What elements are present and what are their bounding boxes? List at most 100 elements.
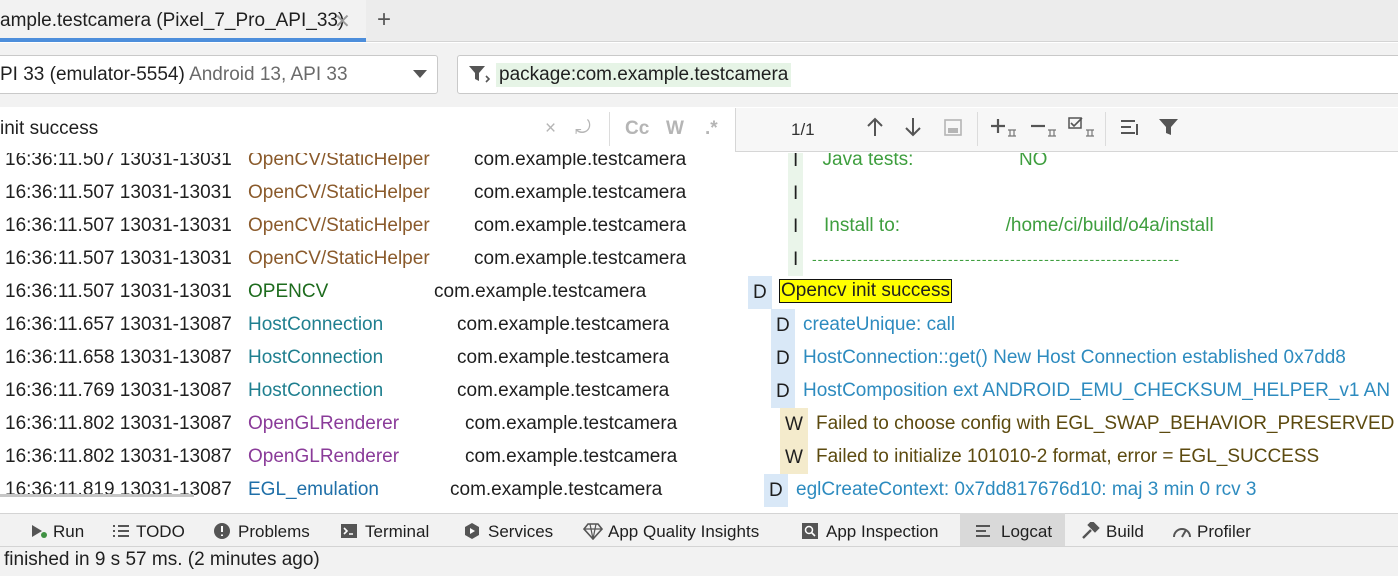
log-package: com.example.testcamera — [474, 153, 687, 170]
log-level: D — [748, 276, 772, 309]
status-text: finished in 9 s 57 ms. (2 minutes ago) — [4, 549, 320, 570]
log-timestamp: 16:36:11.802 13031-13087 — [5, 413, 232, 434]
filter-search-results-icon[interactable] — [1120, 116, 1142, 138]
select-all-occurrences-icon[interactable] — [1068, 116, 1096, 140]
log-package: com.example.testcamera — [465, 446, 678, 467]
log-package: com.example.testcamera — [474, 182, 687, 203]
log-tag: HostConnection — [248, 347, 384, 368]
log-level: I — [788, 210, 804, 243]
log-package: com.example.testcamera — [465, 413, 678, 434]
divider — [1105, 112, 1106, 146]
terminal-icon — [341, 524, 357, 538]
select-all-icon[interactable] — [943, 116, 963, 138]
match-count: 1/1 — [791, 120, 815, 139]
log-tag: OpenCV/StaticHelper — [248, 182, 430, 203]
tool-window-label: TODO — [136, 522, 185, 541]
match-case-button[interactable]: Cc — [625, 118, 649, 140]
log-timestamp: 16:36:11.507 13031-13031 — [5, 153, 232, 170]
log-timestamp: 16:36:11.819 13031-13087 — [5, 479, 232, 500]
log-message: HostComposition ext ANDROID_EMU_CHECKSUM… — [803, 380, 1391, 401]
log-package: com.example.testcamera — [450, 479, 663, 500]
log-package: com.example.testcamera — [474, 215, 687, 236]
log-line: 16:36:11.507 13031-13031 OPENCV com.exam… — [0, 276, 1398, 309]
divider — [977, 112, 978, 146]
log-level: D — [764, 474, 788, 507]
log-message: HostConnection::get() New Host Connectio… — [803, 347, 1346, 368]
remove-occurrence-icon[interactable] — [1030, 116, 1058, 140]
filter-icon[interactable] — [468, 64, 492, 84]
search-text[interactable]: init success — [0, 118, 98, 140]
log-output[interactable]: 16:36:11.507 13031-13031 OpenCV/StaticHe… — [0, 153, 1398, 513]
horizontal-scrollbar[interactable] — [0, 494, 194, 497]
todo-icon — [113, 525, 129, 537]
logcat-icon — [976, 525, 990, 537]
log-line: 16:36:11.658 13031-13087 HostConnection … — [0, 342, 1398, 375]
log-package: com.example.testcamera — [457, 314, 670, 335]
log-level: I — [788, 243, 804, 276]
log-level: W — [780, 408, 808, 441]
log-level: D — [771, 309, 795, 342]
log-level: I — [788, 153, 804, 177]
log-package: com.example.testcamera — [457, 380, 670, 401]
log-timestamp: 16:36:11.769 13031-13087 — [5, 380, 232, 401]
tab-title: ample.testcamera (Pixel_7_Pro_API_33) — [0, 10, 345, 31]
log-tag: OpenCV/StaticHelper — [248, 153, 430, 170]
log-tag: OPENCV — [248, 281, 329, 302]
log-line: 16:36:11.802 13031-13087 OpenGLRenderer … — [0, 441, 1398, 474]
tool-window-label: App Quality Insights — [608, 522, 760, 541]
log-message: Failed to choose config with EGL_SWAP_BE… — [816, 413, 1395, 434]
log-tag: HostConnection — [248, 314, 384, 335]
chevron-down-icon[interactable] — [413, 70, 427, 78]
log-package: com.example.testcamera — [434, 281, 647, 302]
log-message: Java tests: NO — [812, 153, 1048, 170]
log-tag: HostConnection — [248, 380, 384, 401]
log-timestamp: 16:36:11.507 13031-13031 — [5, 281, 232, 302]
log-message: eglCreateContext: 0x7dd817676d10: maj 3 … — [796, 479, 1257, 500]
log-line: 16:36:11.507 13031-13031 OpenCV/StaticHe… — [0, 210, 1398, 243]
tool-window-label: Services — [488, 522, 554, 541]
log-tag: OpenGLRenderer — [248, 446, 400, 467]
log-tag: OpenGLRenderer — [248, 413, 400, 434]
filter-icon[interactable] — [1158, 116, 1180, 138]
build-icon — [1082, 522, 1100, 539]
add-tab-icon[interactable]: + — [377, 6, 391, 34]
tool-window-label: Terminal — [365, 522, 430, 541]
active-tab-indicator — [0, 38, 366, 42]
arrow-up-icon[interactable] — [865, 116, 885, 138]
run-icon — [32, 525, 47, 538]
new-line-icon[interactable]: ⤾ — [575, 118, 591, 140]
log-tag: OpenCV/StaticHelper — [248, 215, 430, 236]
log-timestamp: 16:36:11.507 13031-13031 — [5, 182, 232, 203]
log-level: I — [788, 177, 804, 210]
log-level: W — [780, 441, 808, 474]
tool-window-label: Profiler — [1197, 522, 1251, 541]
words-button[interactable]: W — [666, 118, 684, 140]
tool-window-label: Run — [53, 522, 85, 541]
close-icon[interactable]: ✕ — [334, 9, 351, 34]
regex-button[interactable]: .* — [705, 118, 718, 140]
add-occurrence-icon[interactable] — [990, 116, 1018, 140]
log-timestamp: 16:36:11.657 13031-13087 — [5, 314, 232, 335]
log-level: D — [771, 342, 795, 375]
tool-window-label: Build — [1106, 522, 1144, 541]
log-timestamp: 16:36:11.507 13031-13031 — [5, 248, 232, 269]
log-line: 16:36:11.769 13031-13087 HostConnection … — [0, 375, 1398, 408]
log-line: 16:36:11.819 13031-13087 EGL_emulation c… — [0, 474, 1398, 507]
log-message: ----------------------------------------… — [812, 251, 1181, 267]
log-message: Install to: /home/ci/build/o4a/install — [824, 215, 1214, 236]
log-timestamp: 16:36:11.658 13031-13087 — [5, 347, 232, 368]
device-name: PI 33 (emulator-5554) — [0, 64, 185, 85]
services-icon — [465, 523, 479, 539]
log-package: com.example.testcamera — [474, 248, 687, 269]
profiler-icon — [1173, 528, 1191, 538]
log-level: D — [771, 375, 795, 408]
tool-window-label: Problems — [238, 522, 310, 541]
filter-query[interactable]: package:com.example.testcamera — [496, 63, 792, 87]
arrow-down-icon[interactable] — [903, 116, 923, 138]
search-match-highlight: Opencv init success — [779, 279, 952, 303]
clear-search-icon[interactable]: × — [545, 118, 556, 140]
logcat-window: ample.testcamera (Pixel_7_Pro_API_33) ✕ … — [0, 0, 1398, 576]
log-tag: OpenCV/StaticHelper — [248, 248, 430, 269]
device-label: PI 33 (emulator-5554) Android 13, API 33 — [0, 64, 348, 86]
log-line: 16:36:11.507 13031-13031 OpenCV/StaticHe… — [0, 243, 1398, 276]
